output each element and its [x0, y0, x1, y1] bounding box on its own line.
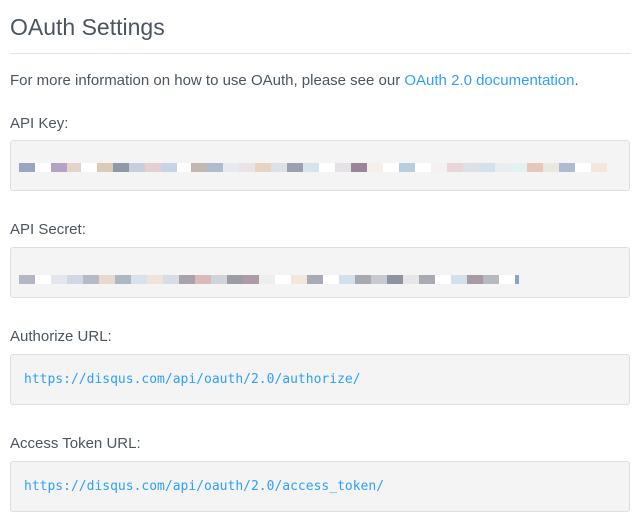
blur-pixel [307, 275, 323, 284]
api-secret-field[interactable] [10, 247, 630, 298]
blur-pixel [81, 163, 97, 172]
blur-pixel [147, 275, 163, 284]
blur-pixel [415, 163, 431, 172]
blur-pixel [161, 163, 177, 172]
api-key-field[interactable] [10, 140, 630, 191]
blur-pixel [575, 163, 591, 172]
oauth-docs-link[interactable]: OAuth 2.0 documentation [404, 72, 574, 89]
blur-pixel [51, 163, 67, 172]
blur-pixel [355, 275, 371, 284]
blur-pixel [35, 275, 51, 284]
oauth-settings-panel: OAuth Settings For more information on h… [0, 0, 643, 529]
blur-pixel [419, 275, 435, 284]
blur-pixel [19, 275, 35, 284]
blur-pixel [515, 275, 519, 284]
blur-pixel [495, 163, 511, 172]
blur-pixel [131, 275, 147, 284]
blur-pixel [223, 163, 239, 172]
blur-pixel [527, 163, 543, 172]
blur-pixel [67, 275, 83, 284]
blur-pixel [259, 275, 275, 284]
blur-pixel [435, 275, 451, 284]
blur-pixel [51, 275, 67, 284]
blur-pixel [177, 163, 191, 172]
blur-pixel [319, 163, 335, 172]
blur-pixel [351, 163, 367, 172]
blur-pixel [467, 275, 483, 284]
blur-pixel [97, 163, 113, 172]
access-token-url-label: Access Token URL: [10, 435, 141, 452]
blur-pixel [451, 275, 467, 284]
page-title: OAuth Settings [10, 14, 165, 40]
blur-pixel [291, 275, 307, 284]
blur-pixel [67, 163, 81, 172]
blur-pixel [303, 163, 319, 172]
authorize-url-label: Authorize URL: [10, 328, 112, 345]
blur-pixel [271, 163, 287, 172]
blur-pixel [371, 275, 387, 284]
blur-pixel [145, 163, 161, 172]
info-text: For more information on how to use OAuth… [10, 71, 579, 91]
blur-pixel [399, 163, 415, 172]
authorize-url-value[interactable]: https://disqus.com/api/oauth/2.0/authori… [24, 371, 361, 389]
blur-pixel [179, 275, 195, 284]
blur-pixel [287, 163, 303, 172]
blur-pixel [447, 163, 463, 172]
blur-pixel [383, 163, 399, 172]
blur-pixel [99, 275, 115, 284]
blur-pixel [35, 163, 51, 172]
api-key-label: API Key: [10, 115, 69, 132]
blur-pixel [113, 163, 129, 172]
blur-pixel [483, 275, 499, 284]
blur-pixel [499, 275, 515, 284]
api-key-value-blurred [19, 163, 607, 172]
blur-pixel [19, 163, 35, 172]
blur-pixel [239, 163, 255, 172]
api-secret-value-blurred [19, 275, 519, 284]
blur-pixel [243, 275, 259, 284]
info-suffix: . [574, 72, 579, 89]
info-prefix: For more information on how to use OAuth… [10, 72, 405, 89]
title-divider [10, 53, 631, 54]
blur-pixel [211, 275, 227, 284]
blur-pixel [255, 163, 271, 172]
blur-pixel [129, 163, 145, 172]
blur-pixel [339, 275, 355, 284]
blur-pixel [83, 275, 99, 284]
blur-pixel [227, 275, 243, 284]
blur-pixel [207, 163, 223, 172]
access-token-url-value[interactable]: https://disqus.com/api/oauth/2.0/access_… [24, 478, 384, 496]
blur-pixel [367, 163, 383, 172]
blur-pixel [511, 163, 527, 172]
blur-pixel [191, 163, 207, 172]
blur-pixel [335, 163, 351, 172]
blur-pixel [559, 163, 575, 172]
blur-pixel [323, 275, 339, 284]
blur-pixel [403, 275, 419, 284]
api-secret-label: API Secret: [10, 221, 86, 238]
blur-pixel [479, 163, 495, 172]
blur-pixel [275, 275, 291, 284]
blur-pixel [163, 275, 179, 284]
blur-pixel [463, 163, 479, 172]
authorize-url-field[interactable]: https://disqus.com/api/oauth/2.0/authori… [10, 354, 630, 405]
blur-pixel [387, 275, 403, 284]
blur-pixel [431, 163, 447, 172]
access-token-url-field[interactable]: https://disqus.com/api/oauth/2.0/access_… [10, 461, 630, 512]
blur-pixel [591, 163, 607, 172]
blur-pixel [115, 275, 131, 284]
blur-pixel [543, 163, 559, 172]
blur-pixel [195, 275, 211, 284]
